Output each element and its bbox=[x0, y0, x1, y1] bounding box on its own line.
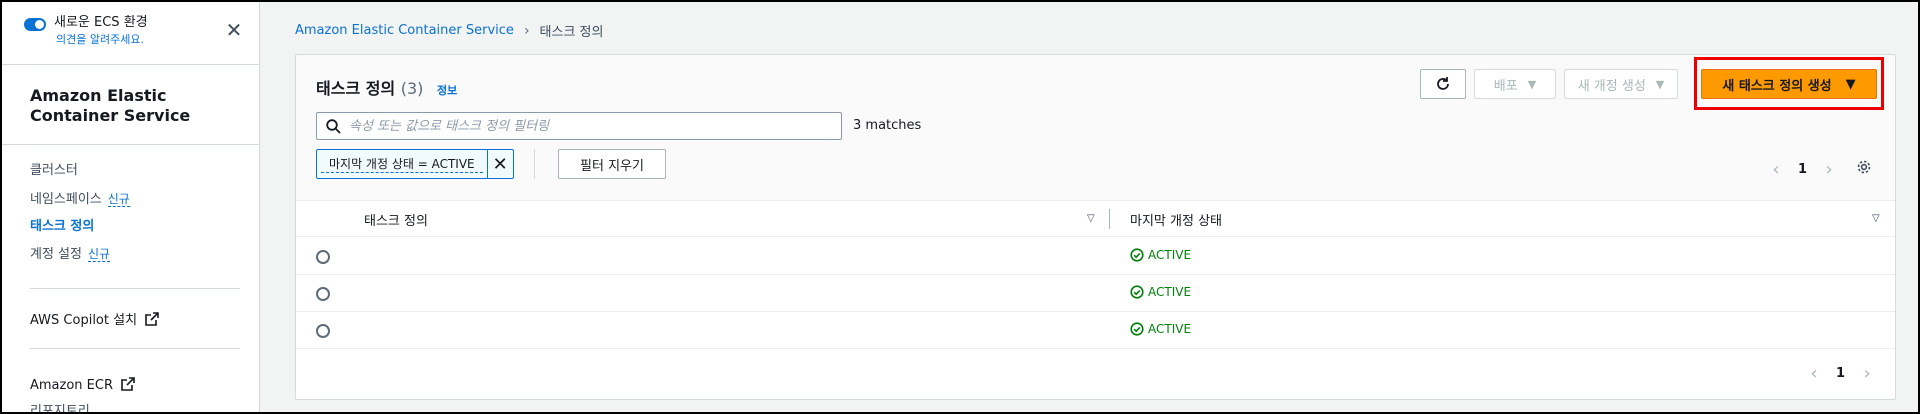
create-revision-button[interactable]: 새 개정 생성 ▼ bbox=[1564, 69, 1678, 99]
status-badge: ACTIVE bbox=[1130, 322, 1191, 336]
chevron-right-icon: › bbox=[523, 22, 530, 39]
search-icon bbox=[326, 118, 341, 134]
breadcrumb-root[interactable]: Amazon Elastic Container Service bbox=[295, 23, 514, 38]
divider bbox=[534, 149, 535, 179]
info-link[interactable]: 정보 bbox=[437, 84, 457, 97]
page-number[interactable]: 1 bbox=[1836, 366, 1845, 381]
column-header-status[interactable]: 마지막 개정 상태 bbox=[1130, 210, 1222, 229]
filter-search bbox=[316, 112, 842, 140]
refresh-icon bbox=[1437, 77, 1449, 90]
page-title: 태스크 정의 (3) 정보 bbox=[316, 79, 458, 98]
check-circle-icon bbox=[1130, 285, 1144, 299]
external-link-icon bbox=[145, 312, 159, 326]
gear-icon[interactable] bbox=[1856, 159, 1872, 175]
page-number[interactable]: 1 bbox=[1798, 162, 1807, 177]
search-input[interactable] bbox=[349, 114, 841, 138]
service-title[interactable]: Amazon Elastic Container Service bbox=[30, 86, 230, 126]
sidebar-item-account-settings[interactable]: 계정 설정 신규 bbox=[30, 245, 111, 264]
new-experience-toggle[interactable] bbox=[24, 18, 46, 31]
clear-filters-button[interactable]: 필터 지우기 bbox=[558, 149, 666, 179]
caret-down-icon: ▼ bbox=[1655, 77, 1665, 91]
external-link-icon bbox=[121, 377, 135, 391]
app-frame: 새로운 ECS 환경 의견을 알려주세요. ✕ Amazon Elastic C… bbox=[2, 2, 1918, 412]
chevron-right-icon[interactable]: › bbox=[1857, 363, 1877, 384]
check-circle-icon bbox=[1130, 248, 1144, 262]
status-badge: ACTIVE bbox=[1130, 248, 1191, 262]
remove-filter-icon[interactable]: ✕ bbox=[486, 150, 513, 178]
deploy-button[interactable]: 배포 ▼ bbox=[1474, 69, 1556, 99]
feedback-link[interactable]: 의견을 알려주세요. bbox=[56, 32, 148, 48]
breadcrumb-current: 태스크 정의 bbox=[539, 25, 604, 40]
row-radio[interactable] bbox=[316, 250, 330, 264]
status-badge: ACTIVE bbox=[1130, 285, 1191, 299]
filter-token: 마지막 개정 상태 = ACTIVE ✕ bbox=[316, 149, 514, 179]
table-row: ACTIVE bbox=[296, 275, 1895, 312]
column-divider[interactable] bbox=[1109, 209, 1110, 229]
chevron-left-icon[interactable]: ‹ bbox=[1766, 159, 1786, 180]
sort-icon[interactable]: ▽ bbox=[1087, 213, 1095, 224]
sidebar-item-ecr[interactable]: Amazon ECR bbox=[30, 377, 135, 395]
new-badge: 신규 bbox=[87, 247, 111, 262]
table-row: ACTIVE bbox=[296, 312, 1895, 349]
close-icon[interactable]: ✕ bbox=[224, 20, 244, 40]
sidebar-item-clusters[interactable]: 클러스터 bbox=[30, 162, 78, 180]
panel-header: 태스크 정의 (3) 정보 배포 ▼ 새 개정 생성 ▼ 새 태스크 정의 생성 ▼ … bbox=[296, 55, 1895, 201]
sidebar-divider bbox=[2, 144, 260, 145]
toggle-title: 새로운 ECS 환경 bbox=[54, 15, 148, 30]
pagination-bottom: ‹ 1 › bbox=[1804, 363, 1877, 384]
pagination-top: ‹ 1 › bbox=[1766, 159, 1839, 180]
sidebar-item-namespaces[interactable]: 네임스페이스 신규 bbox=[30, 190, 130, 209]
task-definitions-panel: 태스크 정의 (3) 정보 배포 ▼ 새 개정 생성 ▼ 새 태스크 정의 생성 ▼ … bbox=[295, 54, 1896, 400]
sidebar-divider bbox=[30, 348, 240, 349]
new-badge: 신규 bbox=[107, 192, 130, 207]
refresh-button[interactable] bbox=[1420, 69, 1466, 99]
table-row: ACTIVE bbox=[296, 238, 1895, 275]
check-circle-icon bbox=[1130, 322, 1144, 336]
table-header: 태스크 정의 ▽ 마지막 개정 상태 ▽ bbox=[296, 201, 1895, 237]
breadcrumb: Amazon Elastic Container Service › 태스크 정… bbox=[295, 21, 604, 41]
chevron-right-icon[interactable]: › bbox=[1819, 159, 1839, 180]
caret-down-icon: ▼ bbox=[1527, 77, 1537, 91]
highlight-annotation bbox=[1694, 57, 1884, 110]
match-count: 3 matches bbox=[853, 118, 922, 133]
chevron-left-icon[interactable]: ‹ bbox=[1804, 363, 1824, 384]
sidebar-item-repositories[interactable]: 리포지토리 bbox=[30, 403, 90, 412]
filter-token-label[interactable]: 마지막 개정 상태 = ACTIVE bbox=[321, 155, 483, 173]
sidebar-item-task-definitions[interactable]: 태스크 정의 bbox=[30, 218, 94, 236]
sort-icon[interactable]: ▽ bbox=[1872, 213, 1880, 224]
sidebar: 새로운 ECS 환경 의견을 알려주세요. ✕ Amazon Elastic C… bbox=[2, 2, 260, 412]
sidebar-item-copilot[interactable]: AWS Copilot 설치 bbox=[30, 312, 159, 330]
item-count: (3) bbox=[400, 79, 424, 98]
row-radio[interactable] bbox=[316, 324, 330, 338]
new-experience-toggle-row: 새로운 ECS 환경 의견을 알려주세요. bbox=[24, 14, 148, 48]
sidebar-divider bbox=[30, 288, 240, 289]
column-header-task-definition[interactable]: 태스크 정의 bbox=[364, 210, 428, 229]
row-radio[interactable] bbox=[316, 287, 330, 301]
sidebar-divider bbox=[2, 64, 260, 65]
